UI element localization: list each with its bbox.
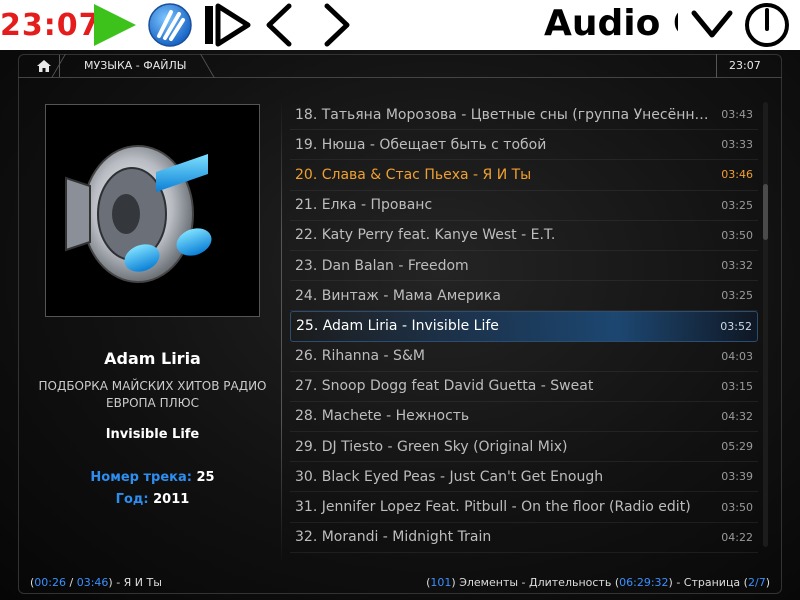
album-name: ПОДБОРКА МАЙСКИХ ХИТОВ РАДИО ЕВРОПА ПЛЮС bbox=[38, 379, 267, 410]
track-duration: 04:22 bbox=[721, 530, 753, 544]
track-name: 23. Dan Balan - Freedom bbox=[295, 257, 469, 274]
footer-current-song: - Я И Ты bbox=[116, 576, 162, 589]
track-duration: 05:29 bbox=[721, 440, 753, 454]
header-clock: 23:07 bbox=[729, 59, 761, 72]
track-number-value: 25 bbox=[196, 470, 215, 485]
top-toolbar: 23:07 Audio C bbox=[0, 0, 800, 50]
track-duration: 03:43 bbox=[721, 108, 753, 122]
items-count: 101 bbox=[430, 576, 452, 589]
play-icon[interactable] bbox=[88, 0, 140, 50]
track-row[interactable]: 23. Dan Balan - Freedom 03:32 bbox=[290, 251, 758, 282]
power-icon[interactable] bbox=[742, 0, 792, 50]
track-number-label: Номер трека: bbox=[90, 470, 192, 485]
track-duration: 03:52 bbox=[720, 319, 752, 333]
footer-list-info: (101) Элементы - Длительность (06:29:32)… bbox=[426, 576, 770, 589]
header-bar: МУЗЫКА - ФАЙЛЫ 23:07 bbox=[18, 54, 782, 78]
track-row[interactable]: 22. Katy Perry feat. Kanye West - E.T. 03… bbox=[290, 221, 758, 251]
page-total: 7 bbox=[758, 576, 766, 589]
track-name: 21. Елка - Прованс bbox=[295, 197, 433, 214]
track-row[interactable]: 29. DJ Tiesto - Green Sky (Original Mix)… bbox=[290, 432, 758, 463]
track-row[interactable]: 28. Machete - Нежность 04:32 bbox=[290, 402, 758, 433]
page-label: - Страница bbox=[676, 576, 741, 589]
track-duration: 03:32 bbox=[721, 259, 753, 273]
track-row[interactable]: 30. Black Eyed Peas - Just Can't Get Eno… bbox=[290, 462, 758, 493]
track-duration: 04:03 bbox=[721, 349, 753, 363]
year-value: 2011 bbox=[153, 492, 190, 507]
track-duration: 03:25 bbox=[721, 198, 753, 212]
scrollbar-thumb[interactable] bbox=[763, 184, 768, 240]
track-row[interactable]: 21. Елка - Прованс 03:25 bbox=[290, 191, 758, 221]
track-name: 31. Jennifer Lopez Feat. Pitbull - On th… bbox=[295, 499, 691, 516]
year-row: Год: 2011 bbox=[30, 492, 275, 507]
track-row[interactable]: 26. Rihanna - S&M 04:03 bbox=[290, 342, 758, 372]
total-duration: 06:29:32 bbox=[619, 576, 669, 589]
year-label: Год: bbox=[115, 492, 149, 507]
track-name: 22. Katy Perry feat. Kanye West - E.T. bbox=[295, 227, 556, 244]
track-name: 25. Adam Liria - Invisible Life bbox=[296, 318, 499, 335]
track-row[interactable]: 27. Snoop Dogg feat David Guetta - Sweat… bbox=[290, 372, 758, 402]
track-duration: 03:46 bbox=[721, 168, 753, 182]
play-next-icon[interactable] bbox=[200, 0, 252, 50]
track-name: 29. DJ Tiesto - Green Sky (Original Mix) bbox=[295, 438, 568, 455]
track-row[interactable]: 32. Morandi - Midnight Train 04:22 bbox=[290, 523, 758, 553]
home-icon bbox=[36, 60, 51, 72]
forward-arrow-icon[interactable] bbox=[318, 0, 358, 50]
track-row[interactable]: 18. Татьяна Морозова - Цветные сны (груп… bbox=[290, 100, 758, 131]
breadcrumb-end bbox=[185, 54, 215, 78]
total-time: 03:46 bbox=[76, 576, 109, 589]
footer-playback-status: (00:26 / 03:46) - Я И Ты bbox=[30, 576, 162, 589]
app-title: Audio C bbox=[544, 3, 678, 44]
track-number-row: Номер трека: 25 bbox=[30, 470, 275, 485]
album-cover bbox=[45, 104, 260, 317]
track-duration: 03:33 bbox=[721, 138, 753, 152]
track-name: 24. Винтаж - Мама Америка bbox=[295, 287, 501, 304]
track-name: 18. Татьяна Морозова - Цветные сны (груп… bbox=[295, 106, 715, 123]
panel-divider bbox=[281, 90, 282, 560]
elapsed-time: 00:26 bbox=[34, 576, 66, 589]
breadcrumb: МУЗЫКА - ФАЙЛЫ bbox=[84, 59, 187, 72]
chevron-down-icon[interactable] bbox=[688, 0, 736, 50]
track-list-scrollbar[interactable] bbox=[763, 102, 768, 547]
items-label: Элементы - Длительность bbox=[459, 576, 612, 589]
track-duration: 03:50 bbox=[721, 228, 753, 242]
track-duration: 03:15 bbox=[721, 379, 753, 393]
media-library-screen: МУЗЫКА - ФАЙЛЫ 23:07 Adam Liria ПОДБОРКА… bbox=[0, 50, 800, 600]
back-arrow-icon[interactable] bbox=[258, 0, 298, 50]
track-row[interactable]: 20. Слава & Стас Пьеха - Я И Ты 03:46 bbox=[290, 160, 758, 191]
kodi-logo-icon[interactable] bbox=[146, 0, 194, 50]
track-name: 28. Machete - Нежность bbox=[295, 408, 470, 425]
track-name: 30. Black Eyed Peas - Just Can't Get Eno… bbox=[295, 468, 604, 485]
speaker-music-note-icon bbox=[64, 144, 213, 283]
track-duration: 03:50 bbox=[721, 500, 753, 514]
track-name: 27. Snoop Dogg feat David Guetta - Sweat bbox=[295, 378, 594, 395]
page-current: 2 bbox=[747, 576, 755, 589]
track-name: 32. Morandi - Midnight Train bbox=[295, 529, 492, 546]
track-name: 19. Нюша - Обещает быть с тобой bbox=[295, 136, 547, 153]
track-duration: 03:39 bbox=[721, 470, 753, 484]
track-row[interactable]: 19. Нюша - Обещает быть с тобой 03:33 bbox=[290, 130, 758, 161]
track-list: 18. Татьяна Морозова - Цветные сны (груп… bbox=[290, 100, 758, 553]
track-duration: 03:25 bbox=[721, 289, 753, 303]
system-clock: 23:07 bbox=[0, 8, 101, 43]
track-name: 26. Rihanna - S&M bbox=[295, 348, 425, 365]
track-row[interactable]: 24. Винтаж - Мама Америка 03:25 bbox=[290, 281, 758, 312]
track-row[interactable]: 31. Jennifer Lopez Feat. Pitbull - On th… bbox=[290, 492, 758, 523]
track-name: 20. Слава & Стас Пьеха - Я И Ты bbox=[295, 166, 532, 183]
track-row[interactable]: 25. Adam Liria - Invisible Life 03:52 bbox=[290, 311, 758, 342]
header-clock-box: 23:07 bbox=[716, 54, 782, 78]
artist-name: Adam Liria bbox=[104, 349, 201, 368]
song-title: Invisible Life bbox=[105, 427, 200, 442]
track-duration: 04:32 bbox=[721, 409, 753, 423]
